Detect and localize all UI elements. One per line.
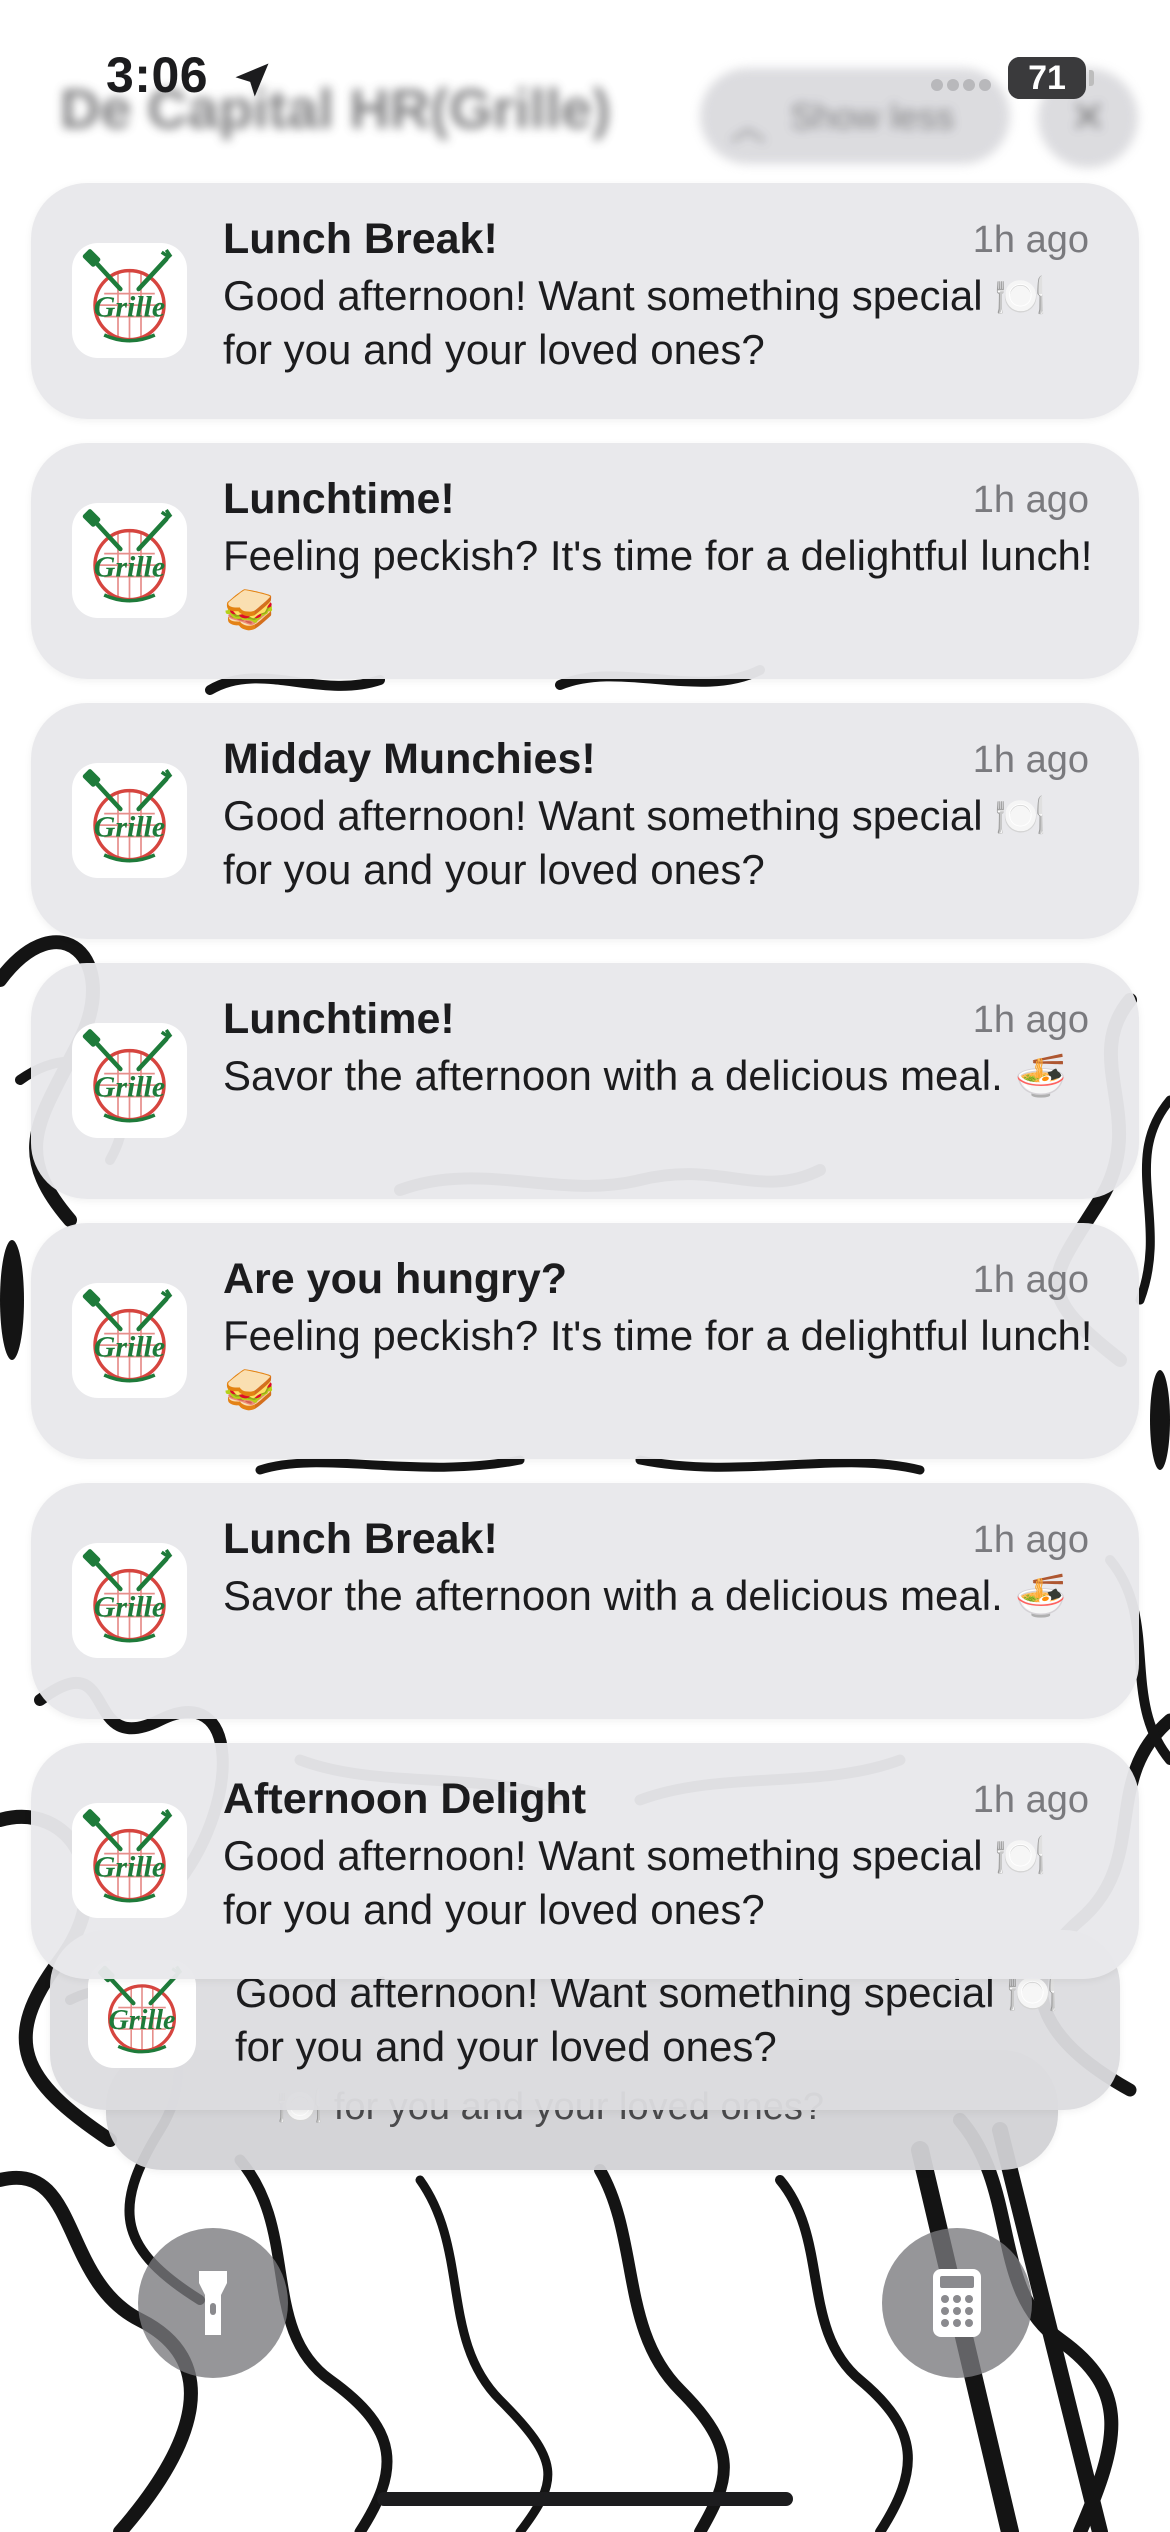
svg-text:Grille: Grille xyxy=(94,291,165,324)
battery-level: 71 xyxy=(1028,59,1066,97)
notification-time: 1h ago xyxy=(972,219,1089,261)
svg-text:Grille: Grille xyxy=(108,2005,175,2036)
notification-card[interactable]: Grille Midday Munchies! 1h ago Good afte… xyxy=(31,703,1139,939)
notification-body: Good afternoon! Want something special 🍽… xyxy=(223,1832,1047,1933)
grille-app-icon: Grille xyxy=(72,1803,187,1918)
notification-title: Lunch Break! xyxy=(223,215,498,263)
grille-app-icon: Grille xyxy=(72,503,187,618)
status-time: 3:06 xyxy=(106,47,209,103)
grille-app-icon: Grille xyxy=(72,1283,187,1398)
location-arrow-icon xyxy=(235,63,269,97)
notification-time: 1h ago xyxy=(972,999,1089,1041)
notification-title: Midday Munchies! xyxy=(223,735,596,783)
notification-body: Savor the afternoon with a delicious mea… xyxy=(223,1052,1067,1099)
signal-dots-icon xyxy=(931,79,991,91)
svg-text:Grille: Grille xyxy=(94,551,165,584)
grille-app-icon: Grille xyxy=(72,763,187,878)
notification-title: Are you hungry? xyxy=(223,1255,568,1303)
status-bar: 3:06 71 xyxy=(0,0,1170,150)
battery-cap xyxy=(1089,70,1094,86)
notification-card[interactable]: Grille Lunchtime! 1h ago Savor the after… xyxy=(31,963,1139,1199)
notification-title: Lunch Break! xyxy=(223,1515,498,1563)
notification-title: Afternoon Delight xyxy=(223,1775,587,1823)
notification-time: 1h ago xyxy=(972,1519,1089,1561)
svg-text:Grille: Grille xyxy=(94,1851,165,1884)
calculator-icon xyxy=(933,2269,981,2337)
home-indicator[interactable] xyxy=(377,2492,793,2506)
flashlight-icon xyxy=(199,2271,227,2335)
notification-body: Good afternoon! Want something special 🍽… xyxy=(223,792,1047,893)
notification-list: Grille Lunch Break! 1h ago Good afternoo… xyxy=(0,0,1170,2250)
notification-card[interactable]: Grille Lunchtime! 1h ago Feeling peckish… xyxy=(31,443,1139,679)
notification-card[interactable]: Grille Lunch Break! 1h ago Good afternoo… xyxy=(31,183,1139,419)
svg-text:Grille: Grille xyxy=(94,811,165,844)
svg-text:Grille: Grille xyxy=(94,1071,165,1104)
grille-app-icon: Grille xyxy=(72,1023,187,1138)
notification-title: Lunchtime! xyxy=(223,475,455,523)
notification-time: 1h ago xyxy=(972,1779,1089,1821)
flashlight-button[interactable] xyxy=(138,2228,288,2378)
notification-body: Feeling peckish? It's time for a delight… xyxy=(223,1312,1093,1413)
notification-body: Savor the afternoon with a delicious mea… xyxy=(223,1572,1067,1619)
notification-body: Feeling peckish? It's time for a delight… xyxy=(223,532,1093,633)
notification-time: 1h ago xyxy=(972,1259,1089,1301)
notification-body: Good afternoon! Want something special 🍽… xyxy=(235,1969,1059,2070)
notification-time: 1h ago xyxy=(972,739,1089,781)
notification-card[interactable]: Grille Afternoon Delight 1h ago Good aft… xyxy=(31,1743,1139,1979)
calculator-button[interactable] xyxy=(882,2228,1032,2378)
notification-title: Lunchtime! xyxy=(223,995,455,1043)
notification-card[interactable]: Grille Are you hungry? 1h ago Feeling pe… xyxy=(31,1223,1139,1459)
svg-text:Grille: Grille xyxy=(94,1591,165,1624)
grille-app-icon: Grille xyxy=(72,1543,187,1658)
battery-icon: 71 xyxy=(1008,57,1086,99)
svg-text:Grille: Grille xyxy=(94,1331,165,1364)
notification-card[interactable]: Grille Lunch Break! 1h ago Savor the aft… xyxy=(31,1483,1139,1719)
notification-body: Good afternoon! Want something special 🍽… xyxy=(223,272,1047,373)
grille-app-icon: Grille xyxy=(72,243,187,358)
notification-time: 1h ago xyxy=(972,479,1089,521)
